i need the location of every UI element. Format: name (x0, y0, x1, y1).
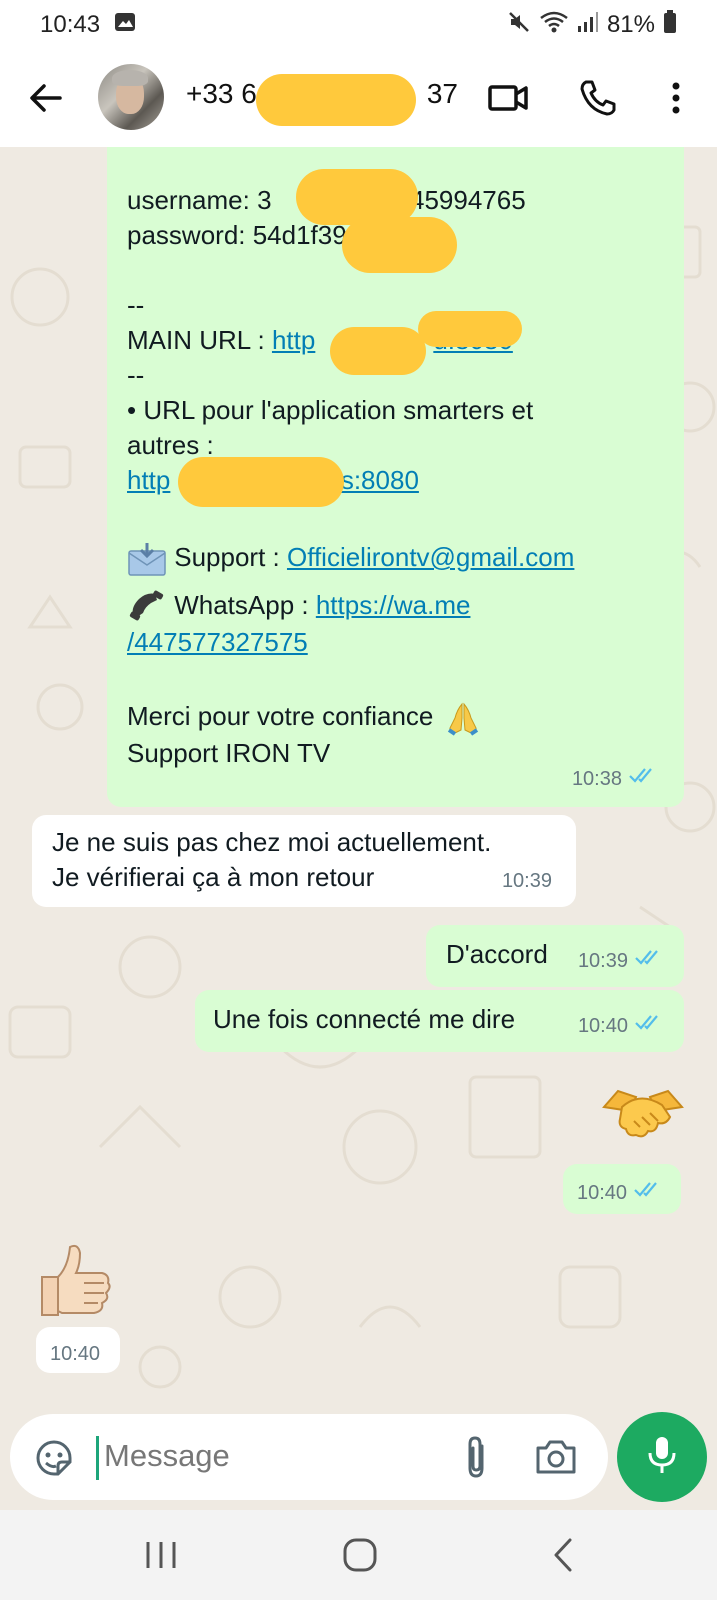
folded-hands-icon (445, 700, 481, 736)
avatar[interactable] (98, 64, 164, 130)
contact-prefix: +33 6 (186, 78, 257, 109)
thanks-text: Merci pour votre confiance (127, 701, 434, 731)
handshake-emoji-icon[interactable] (600, 1077, 686, 1147)
recents-icon[interactable] (136, 1532, 186, 1578)
system-nav-bar (0, 1510, 717, 1600)
home-icon[interactable] (335, 1532, 385, 1578)
redaction-mark (256, 74, 416, 126)
msg-line: /447577327575 (127, 625, 664, 660)
gallery-notification-icon (114, 11, 136, 39)
message-meta-bubble[interactable]: 10:40 (36, 1327, 120, 1373)
message-meta: 10:39 (578, 944, 666, 979)
signal-icon (577, 10, 599, 41)
message-meta: 10:39 (502, 864, 552, 899)
msg-line: Support : Officielirontv@gmail.com (127, 533, 664, 581)
status-right: 81% (507, 9, 677, 41)
whatsapp-link[interactable]: https://wa.me (316, 590, 471, 620)
message-time: 10:40 (577, 1015, 628, 1037)
battery-icon (663, 9, 677, 41)
text-cursor (96, 1436, 99, 1480)
redaction-mark (342, 217, 457, 273)
double-check-read-icon (633, 1176, 665, 1211)
message-text: Une fois connecté me dire (213, 1004, 516, 1034)
message-composer[interactable]: Message (10, 1414, 608, 1500)
message-time: 10:40 (50, 1343, 101, 1365)
chat-area[interactable]: username: 3 445994765 password: 54d1f39f … (0, 147, 717, 1412)
support-email-link[interactable]: Officielirontv@gmail.com (287, 542, 574, 572)
mic-button[interactable] (617, 1412, 707, 1502)
message-input[interactable]: Message (104, 1438, 230, 1474)
telephone-icon (127, 589, 167, 625)
main-url-head: http (271, 325, 316, 355)
message-meta: 10:40 (50, 1337, 100, 1372)
mute-icon (507, 10, 531, 41)
redaction-mark (330, 327, 426, 375)
message-meta: 10:40 (577, 1176, 665, 1211)
back-nav-icon[interactable] (538, 1532, 588, 1578)
chat-header: +33 6 37 (0, 50, 717, 147)
message-outgoing[interactable]: Une fois connecté me dire 10:40 (195, 990, 684, 1052)
redaction-mark (178, 457, 344, 507)
double-check-read-icon (628, 762, 660, 797)
message-meta-bubble[interactable]: 10:40 (563, 1164, 681, 1214)
mic-icon (642, 1433, 682, 1482)
message-meta: 10:38 (572, 762, 660, 797)
main-url-label: MAIN URL : (127, 325, 272, 355)
message-text: D'accord (446, 939, 548, 969)
avatar-hair (112, 70, 148, 86)
msg-blank (127, 660, 664, 695)
whatsapp-label: WhatsApp : (167, 590, 316, 620)
envelope-icon (127, 541, 167, 577)
video-call-icon[interactable] (486, 76, 530, 120)
sticker-icon[interactable] (32, 1436, 76, 1480)
incoming-line1: Je ne suis pas chez moi actuellement. (52, 827, 492, 857)
msg-line: WhatsApp : https://wa.me (127, 581, 664, 629)
msg-line: • URL pour l'application smarters et (127, 395, 534, 425)
message-time: 10:38 (571, 768, 622, 790)
double-check-read-icon (634, 944, 666, 979)
message-time: 10:40 (577, 1182, 628, 1204)
message-time: 10:39 (501, 870, 552, 892)
more-vert-icon[interactable] (654, 76, 698, 120)
message-time: 10:39 (577, 950, 628, 972)
username-label: username: 3 (127, 185, 272, 215)
camera-icon[interactable] (534, 1436, 578, 1478)
message-outgoing[interactable]: D'accord 10:39 (426, 925, 684, 987)
status-time: 10:43 (40, 11, 101, 38)
whatsapp-link-cont[interactable]: /447577327575 (127, 627, 308, 657)
incoming-line2: Je vérifierai ça à mon retour (52, 862, 375, 892)
status-left: 10:43 (40, 11, 136, 39)
contact-suffix: 37 (426, 78, 459, 109)
attach-icon[interactable] (458, 1434, 494, 1480)
msg-separator: -- (127, 290, 145, 320)
phone-icon[interactable] (576, 76, 620, 120)
battery-text: 81% (606, 11, 655, 38)
support-label: Support : (167, 542, 287, 572)
status-bar: 10:43 81% (0, 0, 717, 50)
back-arrow-icon[interactable] (24, 76, 68, 120)
redaction-mark (418, 311, 522, 347)
wifi-icon (539, 10, 569, 41)
double-check-read-icon (634, 1009, 666, 1044)
msg-line: Merci pour votre confiance (127, 699, 664, 736)
app-url-head: http (127, 465, 171, 495)
thumbs-up-emoji-icon[interactable] (32, 1237, 118, 1323)
message-incoming[interactable]: Je ne suis pas chez moi actuellement. Je… (32, 815, 576, 907)
message-meta: 10:40 (578, 1009, 666, 1044)
